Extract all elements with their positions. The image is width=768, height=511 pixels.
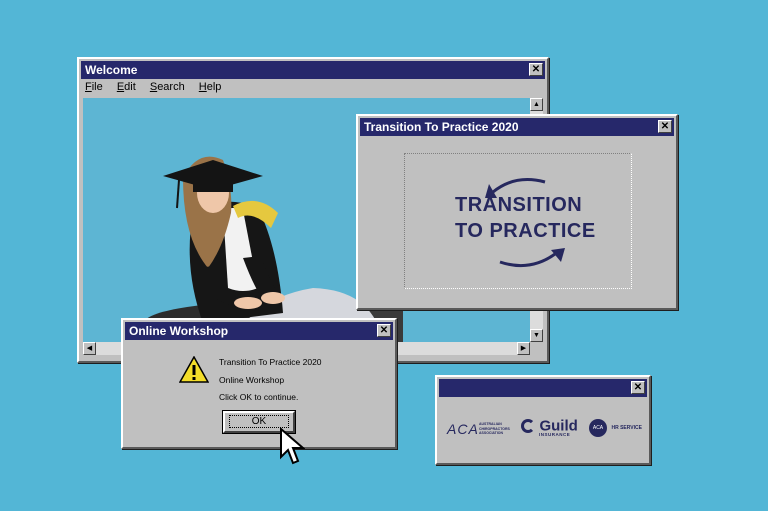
dialog-line-1: Transition To Practice 2020 [219,357,322,367]
ttp-logo-line1: TRANSITION [455,194,583,216]
warning-icon [179,356,209,383]
scroll-left-button[interactable]: ◀ [83,342,96,355]
guild-logo: Guild INSURANCE [521,417,578,437]
ttp-logo-line2: TO PRACTICE [455,220,596,242]
dialog-line-3: Click OK to continue. [219,392,299,402]
hr-mark: ACA [589,419,607,437]
ttp-title: Transition To Practice 2020 [364,120,519,134]
ttp-window: Transition To Practice 2020 ✕ TRANSITION… [356,114,678,310]
hr-service-logo: ACA HR SERVICE [589,419,642,437]
ttp-logo-panel: TRANSITION TO PRACTICE [404,153,632,289]
mouse-pointer-icon [280,427,305,465]
menu-search[interactable]: Search [150,81,185,93]
workshop-dialog: Online Workshop ✕ Transition To Practice… [121,318,397,449]
dialog-line-2: Online Workshop [219,375,285,385]
welcome-close-button[interactable]: ✕ [529,63,543,76]
sponsors-titlebar[interactable]: ✕ [439,379,647,397]
scroll-down-button[interactable]: ▼ [530,329,543,342]
workshop-titlebar[interactable]: Online Workshop ✕ [125,322,393,340]
aca-text: AUSTRALIAN CHIROPRACTORS ASSOCIATION [479,422,510,435]
scroll-corner [530,342,543,355]
ttp-close-button[interactable]: ✕ [658,120,672,133]
scroll-up-button[interactable]: ▲ [530,98,543,111]
sponsors-close-button[interactable]: ✕ [631,381,645,394]
guild-swirl-icon [521,418,535,433]
workshop-close-button[interactable]: ✕ [377,324,391,337]
menu-edit[interactable]: Edit [117,81,136,93]
aca-mark: ACA [447,421,479,437]
welcome-menubar: File Edit Search Help [85,81,232,93]
aca-logo: ACA AUSTRALIAN CHIROPRACTORS ASSOCIATION [447,421,510,439]
menu-help[interactable]: Help [199,81,222,93]
welcome-title: Welcome [85,63,138,77]
workshop-title: Online Workshop [129,324,229,338]
sponsors-window: ✕ ACA AUSTRALIAN CHIROPRACTORS ASSOCIATI… [435,375,651,465]
scroll-right-button[interactable]: ▶ [517,342,530,355]
ttp-titlebar[interactable]: Transition To Practice 2020 ✕ [360,118,674,136]
hr-text: HR SERVICE [611,425,642,431]
welcome-titlebar[interactable]: Welcome ✕ [81,61,545,79]
menu-file[interactable]: File [85,81,103,93]
